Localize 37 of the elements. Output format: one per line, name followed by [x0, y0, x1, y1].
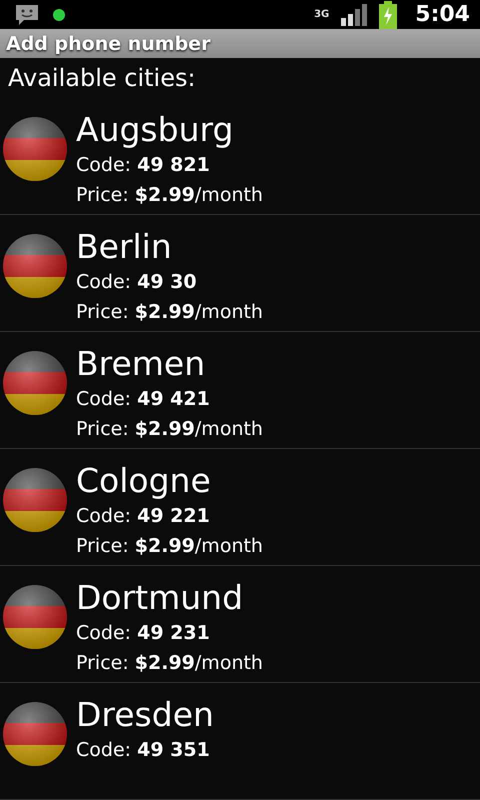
city-code: Code: 49 30 — [76, 270, 198, 295]
clock: 5:04 — [415, 2, 470, 28]
city-name: Cologne — [76, 461, 212, 501]
city-price: Price: $2.99/month — [76, 651, 263, 676]
city-item[interactable]: Cologne Code: 49 221 Price: $2.99/month — [0, 449, 480, 566]
section-heading: Available cities: — [8, 64, 196, 92]
city-item[interactable]: Berlin Code: 49 30 Price: $2.99/month — [0, 215, 480, 332]
window-title: Add phone number — [6, 32, 210, 55]
city-item[interactable]: Bremen Code: 49 421 Price: $2.99/month — [0, 332, 480, 449]
flag-icon — [2, 350, 68, 416]
city-price: Price: $2.99/month — [76, 300, 263, 325]
city-code: Code: 49 421 — [76, 387, 211, 412]
flag-icon — [2, 701, 68, 767]
network-type: 3G — [314, 10, 330, 20]
flag-icon — [2, 116, 68, 182]
flag-icon — [2, 467, 68, 533]
city-price: Price: $2.99/month — [76, 534, 263, 559]
city-item[interactable]: Dortmund Code: 49 231 Price: $2.99/month — [0, 566, 480, 683]
city-code: Code: 49 351 — [76, 738, 211, 763]
city-name: Berlin — [76, 227, 173, 267]
city-name: Dortmund — [76, 578, 244, 618]
city-name: Dresden — [76, 695, 214, 735]
city-name: Bremen — [76, 344, 206, 384]
city-name: Augsburg — [76, 110, 234, 150]
city-item[interactable]: Dresden Code: 49 351 — [0, 683, 480, 800]
signal-icon — [341, 4, 368, 26]
city-price: Price: $2.99/month — [76, 417, 263, 442]
city-code: Code: 49 231 — [76, 621, 211, 646]
city-price: Price: $2.99/month — [76, 183, 263, 208]
city-item[interactable]: Augsburg Code: 49 821 Price: $2.99/month — [0, 98, 480, 215]
status-dot-icon — [52, 8, 66, 22]
flag-icon — [2, 584, 68, 650]
message-icon — [14, 2, 40, 27]
flag-icon — [2, 233, 68, 299]
city-code: Code: 49 221 — [76, 504, 211, 529]
city-code: Code: 49 821 — [76, 153, 211, 178]
battery-icon — [379, 0, 398, 29]
